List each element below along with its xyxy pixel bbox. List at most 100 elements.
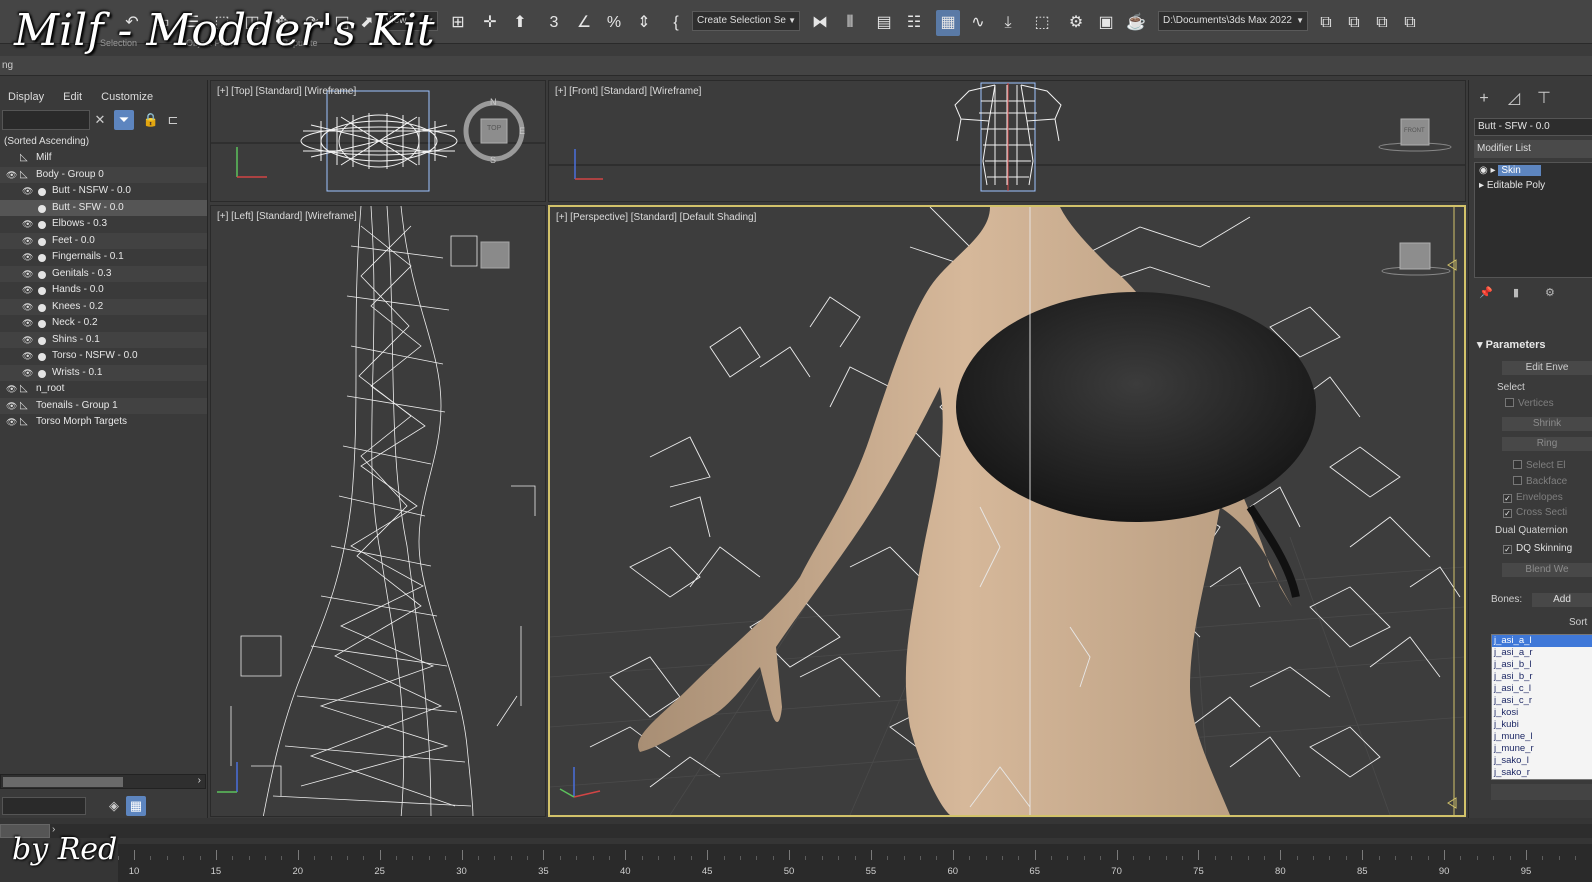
compass-north[interactable]: N <box>490 97 497 107</box>
bone-list-item[interactable]: j_sako_l <box>1492 755 1592 767</box>
eye-icon[interactable]: ◉ <box>1479 165 1488 176</box>
scene-explorer-icon[interactable]: ▤ <box>872 10 896 36</box>
project-path-dropdown[interactable]: D:\Documents\3ds Max 2022 ▼ <box>1158 11 1308 31</box>
percent-snap-icon[interactable]: % <box>602 10 626 36</box>
eye-icon[interactable]: 👁 <box>22 266 33 283</box>
bone-list-item[interactable]: j_asi_b_r <box>1492 671 1592 683</box>
vertices-checkbox[interactable]: Vertices <box>1505 398 1554 409</box>
ring-button[interactable]: Ring <box>1501 436 1592 452</box>
layer-dropdown[interactable] <box>2 797 86 815</box>
project-folder-icon[interactable]: ⧉ <box>1314 10 1338 36</box>
render-setup-icon[interactable]: ⚙ <box>1064 10 1088 36</box>
scene-tree-item[interactable]: ◺ Milf <box>0 150 207 167</box>
stack-item-editable-poly[interactable]: ▸ Editable Poly <box>1475 178 1592 193</box>
eye-icon[interactable]: 👁 <box>22 348 33 365</box>
select-element-checkbox[interactable]: Select El <box>1513 460 1565 471</box>
bone-list-item[interactable]: j_asi_b_l <box>1492 659 1592 671</box>
viewport-left-label[interactable]: [+] [Left] [Standard] [Wireframe] <box>217 211 357 222</box>
backface-checkbox[interactable]: Backface <box>1513 476 1567 487</box>
shrink-button[interactable]: Shrink <box>1501 416 1592 432</box>
hierarchy-icon[interactable]: ⊏ <box>163 110 183 130</box>
scene-tree-item[interactable]: 👁 ◺ n_root <box>0 381 207 398</box>
compass-south[interactable]: S <box>490 155 496 165</box>
mirror-icon[interactable]: ⧓ <box>808 10 832 36</box>
viewcube-top-face[interactable]: TOP <box>487 125 501 132</box>
time-slider[interactable]: › <box>0 824 1592 838</box>
toggle-ribbon-icon[interactable]: ▦ <box>936 10 960 36</box>
chevron-right-icon[interactable]: › <box>198 775 201 786</box>
modifier-list-dropdown[interactable]: Modifier List <box>1474 140 1592 158</box>
eye-icon[interactable]: 👁 <box>6 414 17 431</box>
pin-stack-icon[interactable]: 📌 <box>1479 286 1493 299</box>
eye-icon[interactable]: 👁 <box>22 365 33 382</box>
scene-tree-item[interactable]: 👁 Butt - NSFW - 0.0 <box>0 183 207 200</box>
pivot-center-icon[interactable]: ⊞ <box>446 10 470 36</box>
viewport-front-label[interactable]: [+] [Front] [Standard] [Wireframe] <box>555 86 701 97</box>
scene-tree-item[interactable]: 👁 Elbows - 0.3 <box>0 216 207 233</box>
project-open-icon[interactable]: ⧉ <box>1370 10 1394 36</box>
viewport-perspective-label[interactable]: [+] [Perspective] [Standard] [Default Sh… <box>556 212 756 223</box>
scrollbar-thumb[interactable] <box>3 777 123 787</box>
angle-snap-icon[interactable]: ∠ <box>572 10 596 36</box>
render-production-icon[interactable]: ☕ <box>1124 10 1148 36</box>
modify-tab-icon[interactable]: ◿ <box>1503 88 1525 110</box>
material-editor-icon[interactable]: ⬚ <box>1030 10 1054 36</box>
compass-east[interactable]: E <box>519 126 525 136</box>
filter-icon[interactable]: ⏷ <box>114 110 134 130</box>
eye-icon[interactable]: 👁 <box>6 398 17 415</box>
hierarchy-toggle-icon[interactable]: ▦ <box>126 796 146 816</box>
scene-tree-item[interactable]: 👁 Genitals - 0.3 <box>0 265 207 283</box>
scene-tree-item[interactable]: 👁 Feet - 0.0 <box>0 232 207 249</box>
menu-edit[interactable]: Edit <box>63 91 82 103</box>
cross-sections-checkbox[interactable]: ✓ Cross Secti <box>1503 507 1567 518</box>
bone-list-item[interactable]: j_asi_a_l <box>1492 635 1592 647</box>
snaps-toggle-icon[interactable]: 3 <box>542 10 566 36</box>
scene-tree-item[interactable]: 👁 Wrists - 0.1 <box>0 364 207 382</box>
selection-set-dropdown[interactable]: Create Selection Se ▼ <box>692 11 800 31</box>
eye-icon[interactable]: 👁 <box>6 381 17 398</box>
scene-tree-item[interactable]: 👁 ◺ Body - Group 0 <box>0 166 207 184</box>
edit-envelopes-button[interactable]: Edit Enve <box>1501 360 1592 376</box>
schematic-view-icon[interactable]: ⤓ <box>996 10 1020 36</box>
eye-icon[interactable]: 👁 <box>6 167 17 184</box>
viewport-top[interactable]: [+] [Top] [Standard] [Wireframe] TOP N E… <box>210 80 546 202</box>
scene-tree-item[interactable]: 👁 Fingernails - 0.1 <box>0 249 207 266</box>
sort-bones-label[interactable]: Sort <box>1569 617 1587 628</box>
keyboard-shortcut-override-icon[interactable]: ⬆ <box>508 10 532 36</box>
track-bar[interactable]: 10 15 20 25 30 35 40 45 50 55 60 65 70 75 80 85 90 95 <box>101 844 1592 882</box>
show-end-result-icon[interactable]: ▮ <box>1513 286 1519 299</box>
object-name-field[interactable]: Butt - SFW - 0.0 <box>1474 118 1592 136</box>
scene-tree-item[interactable]: 👁 Knees - 0.2 <box>0 298 207 316</box>
curve-editor-icon[interactable]: ∿ <box>966 10 990 36</box>
menu-customize[interactable]: Customize <box>101 91 153 103</box>
explorer-scrollbar[interactable]: › <box>0 774 206 789</box>
eye-icon[interactable]: 👁 <box>22 299 33 316</box>
envelopes-checkbox[interactable]: ✓ Envelopes <box>1503 492 1563 503</box>
layer-explorer-icon[interactable]: ☷ <box>902 10 926 36</box>
clear-search-icon[interactable]: ✕ <box>90 110 110 130</box>
menu-display[interactable]: Display <box>8 91 44 103</box>
bone-list-item[interactable]: j_kosi <box>1492 707 1592 719</box>
viewport-left[interactable]: [+] [Left] [Standard] [Wireframe] <box>210 205 546 817</box>
eye-icon[interactable]: 👁 <box>22 249 33 266</box>
bone-list-item[interactable]: j_asi_c_l <box>1492 683 1592 695</box>
rendered-frame-window-icon[interactable]: ▣ <box>1094 10 1118 36</box>
scene-tree-item[interactable]: 👁 Shins - 0.1 <box>0 331 207 348</box>
viewcube-front-face[interactable]: FRONT <box>1404 128 1425 134</box>
bone-list-item[interactable]: j_asi_a_r <box>1492 647 1592 659</box>
project-new-icon[interactable]: ⧉ <box>1342 10 1366 36</box>
stack-item-skin[interactable]: ◉ ▸ Skin <box>1475 163 1592 178</box>
scene-tree-item[interactable]: 👁 Neck - 0.2 <box>0 315 207 332</box>
bones-scrollbar[interactable] <box>1491 784 1592 800</box>
bone-list-item[interactable]: j_sako_r <box>1492 767 1592 779</box>
add-bone-button[interactable]: Add <box>1531 592 1592 608</box>
search-input[interactable] <box>2 110 90 130</box>
scene-tree-item[interactable]: 👁 Torso - NSFW - 0.0 <box>0 348 207 365</box>
spinner-snap-icon[interactable]: ⇕ <box>632 10 656 36</box>
scene-tree-item[interactable]: 👁 Hands - 0.0 <box>0 282 207 299</box>
lock-icon[interactable]: 🔒 <box>141 110 161 130</box>
scene-tree-item[interactable]: 👁 ◺ Toenails - Group 1 <box>0 397 207 415</box>
bone-list-item[interactable]: j_asi_c_r <box>1492 695 1592 707</box>
expand-icon[interactable]: ▸ <box>1491 165 1496 176</box>
bone-list-item[interactable]: j_kubi <box>1492 719 1592 731</box>
